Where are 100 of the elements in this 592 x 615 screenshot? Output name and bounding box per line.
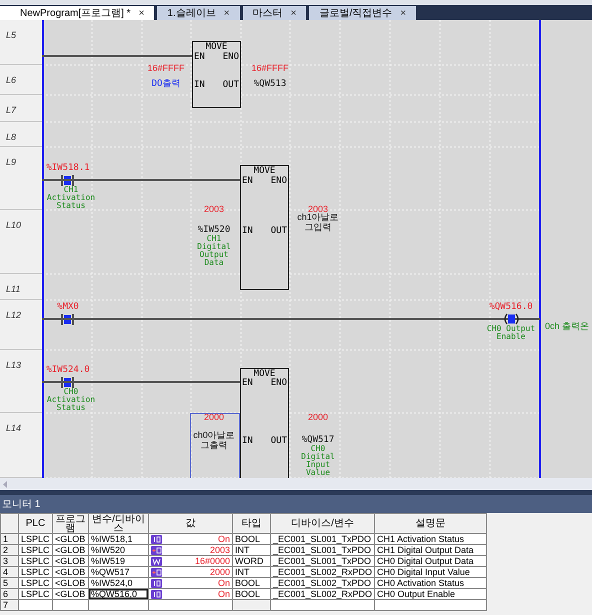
value-type-icon xyxy=(151,534,162,544)
input-value: 2003 xyxy=(202,204,226,214)
editor-tab[interactable]: 1.슬레이브 × xyxy=(157,6,240,20)
horizontal-scrollbar[interactable] xyxy=(0,478,592,490)
input-operand: ch0아날로 그출력 xyxy=(192,430,236,450)
table-cell: LSPLC xyxy=(18,544,52,556)
column-header[interactable]: 프로그 램 xyxy=(52,514,88,534)
row-number: 4 xyxy=(0,566,18,578)
value-cell: On xyxy=(148,534,232,544)
close-icon[interactable]: × xyxy=(400,6,406,20)
table-cell: CH1 Digital Output Data xyxy=(374,544,486,556)
variable-cell[interactable]: %QW516,0 xyxy=(88,588,148,600)
contact-address: %IW524.0 xyxy=(45,365,91,375)
line-number: L5 xyxy=(6,30,16,40)
input-value: 16#FFFF xyxy=(146,63,186,73)
block-name: MOVE xyxy=(252,166,276,176)
value-cell: 2003 xyxy=(148,544,232,556)
value-type-icon xyxy=(151,546,162,554)
variable-cell[interactable]: %IW520 xyxy=(88,544,148,556)
output-operand: %QW513 xyxy=(252,79,288,89)
input-value: 2000 xyxy=(202,412,226,422)
column-header[interactable]: PLC xyxy=(18,514,52,534)
table-cell: WORD xyxy=(232,556,270,566)
line-number: L14 xyxy=(6,423,22,433)
rung-comment: 0ch 출력온 xyxy=(545,321,590,331)
coil-address: %QW516.0 xyxy=(488,302,534,312)
table-cell: <GLOB xyxy=(52,578,88,588)
editor-tab[interactable]: 글로벌/직접변수 × xyxy=(309,6,416,20)
row-number: 3 xyxy=(0,556,18,566)
column-header[interactable]: 설명문 xyxy=(374,514,486,534)
line-number: L12 xyxy=(6,310,22,320)
line-number: L8 xyxy=(6,132,16,142)
line-number: L13 xyxy=(6,360,22,370)
variable-cell[interactable]: %IW524,0 xyxy=(88,578,148,588)
block-name: MOVE xyxy=(252,369,276,379)
pin-label: EN xyxy=(194,52,205,62)
editor-tab[interactable]: NewProgram[프로그램] * × xyxy=(0,6,154,20)
table-cell: LSPLC xyxy=(18,566,52,578)
pin-label: ENO xyxy=(222,52,239,62)
line-number: L6 xyxy=(6,75,16,85)
input-operand: DO출력 xyxy=(150,79,182,89)
value-cell: On xyxy=(148,578,232,588)
line-number: L9 xyxy=(6,157,16,167)
output-comment: CH0 Digital Input Value xyxy=(300,445,336,477)
table-cell xyxy=(18,600,52,610)
pin-label: OUT xyxy=(222,80,239,90)
table-cell: LSPLC xyxy=(18,588,52,600)
column-header[interactable]: 값 xyxy=(148,514,232,534)
table-cell: BOOL xyxy=(232,578,270,588)
table-cell xyxy=(52,600,88,610)
column-header[interactable]: 타입 xyxy=(232,514,270,534)
variable-cell[interactable] xyxy=(88,600,148,610)
value-cell: 2000 xyxy=(148,566,232,578)
table-cell: _EC001_SL001_TxPDO xyxy=(270,556,374,566)
table-cell: LSPLC xyxy=(18,534,52,544)
block-name: MOVE xyxy=(204,42,228,52)
table-cell: CH1 Activation Status xyxy=(374,534,486,544)
variable-cell[interactable]: %QW517 xyxy=(88,566,148,578)
column-header[interactable]: 디바이스/변수 xyxy=(270,514,374,534)
panel-title: 모니터 1 xyxy=(2,498,40,512)
value-type-icon xyxy=(151,556,162,566)
column-header[interactable]: 변수/디바이스 xyxy=(88,514,148,534)
table-cell: _EC001_SL001_TxPDO xyxy=(270,544,374,556)
close-icon[interactable]: × xyxy=(290,6,296,20)
pin-label: IN xyxy=(194,80,205,90)
output-operand: ch1아날로 그입력 xyxy=(296,212,340,232)
row-number: 5 xyxy=(0,578,18,588)
coil-comment: CH0 Output Enable xyxy=(486,325,536,341)
output-value: 2003 xyxy=(308,204,328,214)
value-cell: On xyxy=(148,588,232,600)
table-cell: INT xyxy=(232,544,270,556)
variable-cell[interactable]: %IW519 xyxy=(88,556,148,566)
row-number: 1 xyxy=(0,534,18,544)
pin-label: IN xyxy=(242,436,253,446)
table-cell: CH0 Digital Output Data xyxy=(374,556,486,566)
table-cell: LSPLC xyxy=(18,556,52,566)
value-cell: 16#0000 xyxy=(148,556,232,566)
pin-label: ENO xyxy=(270,378,287,388)
table-cell: <GLOB xyxy=(52,588,88,600)
output-operand: %QW517 xyxy=(300,435,336,445)
close-icon[interactable]: × xyxy=(138,6,144,20)
pin-label: OUT xyxy=(270,226,287,236)
variable-cell[interactable]: %IW518,1 xyxy=(88,534,148,544)
table-cell: CH0 Activation Status xyxy=(374,578,486,588)
row-number: 6 xyxy=(0,588,18,600)
table-cell: <GLOB xyxy=(52,534,88,544)
table-cell: CH0 Digital Input Value xyxy=(374,566,486,578)
value-type-icon xyxy=(151,568,162,576)
line-number: L7 xyxy=(6,105,16,115)
table-cell: _EC001_SL002_TxPDO xyxy=(270,578,374,588)
table-cell: <GLOB xyxy=(52,556,88,566)
contact-comment: CH0 Activation Status xyxy=(46,388,96,412)
table-cell: LSPLC xyxy=(18,578,52,588)
table-cell: CH0 Output Enable xyxy=(374,588,486,600)
output-value: 2000 xyxy=(306,412,330,422)
editor-tab[interactable]: 마스터 × xyxy=(242,6,306,20)
scroll-left-icon[interactable] xyxy=(3,480,8,488)
line-number: L11 xyxy=(6,284,20,294)
table-cell: BOOL xyxy=(232,534,270,544)
close-icon[interactable]: × xyxy=(224,6,230,20)
